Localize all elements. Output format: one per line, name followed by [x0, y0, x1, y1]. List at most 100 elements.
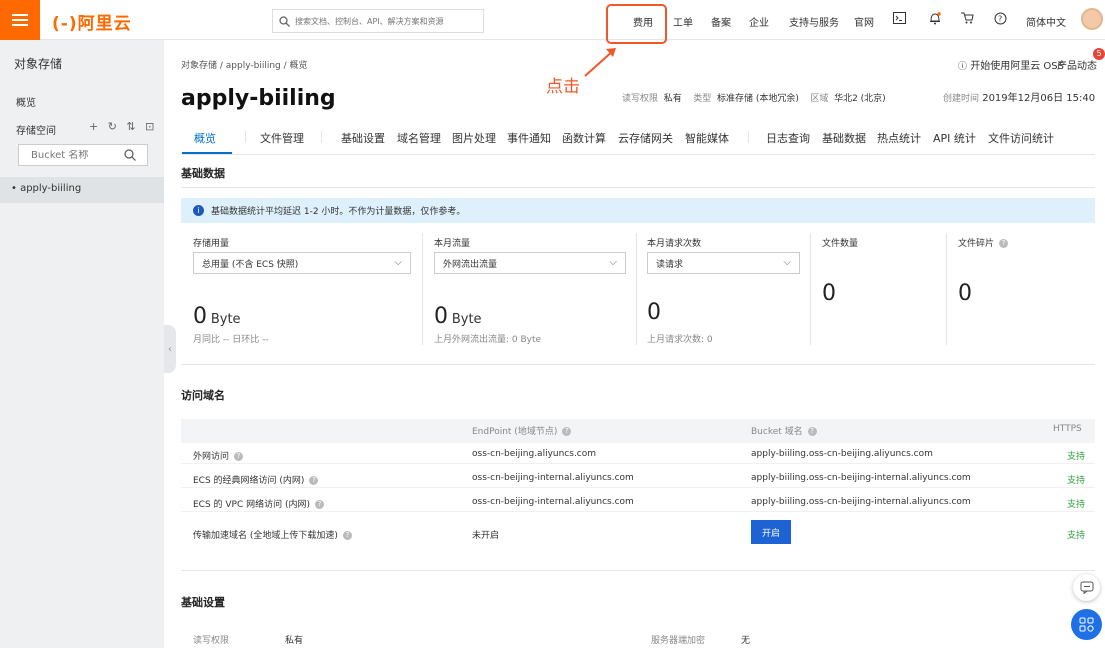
metric-sub-requests: 上月请求次数: 0: [647, 335, 713, 345]
chat-icon[interactable]: [1073, 574, 1100, 601]
col-https: HTTPS: [1053, 424, 1082, 434]
nav-tickets[interactable]: 工单: [673, 14, 693, 29]
metric-value-traffic: 0 Byte: [434, 304, 482, 329]
bucket-operations[interactable]: + ↻ ⇅ ⊡: [89, 120, 157, 133]
encryption-value: 无: [741, 636, 751, 646]
metric-label-requests: 本月请求次数: [647, 239, 702, 249]
collapse-sidebar-button[interactable]: ‹: [164, 325, 176, 373]
encryption-label: 服务器端加密: [651, 636, 706, 646]
annotation-arrow: [584, 48, 616, 77]
sidebar-item-overview[interactable]: 概览: [16, 94, 36, 109]
tab-basic-data[interactable]: 基础数据: [822, 130, 866, 146]
start-oss-link[interactable]: ⓘ 开始使用阿里云 OSS: [958, 57, 1064, 72]
metric-sub-storage: 月同比 -- 日环比 --: [193, 335, 269, 345]
table-row-name: 传输加速域名 (全地域上传下载加速)?: [193, 528, 352, 541]
tab-basic-settings[interactable]: 基础设置: [341, 130, 385, 146]
metric-value-storage: 0 Byte: [193, 304, 241, 329]
info-notice: i 基础数据统计平均延迟 1-2 小时。不作为计量数据，仅作参考。: [181, 198, 1095, 223]
table-row-endpoint: oss-cn-beijing.aliyuncs.com: [472, 449, 597, 459]
annotation-text: 点击: [546, 77, 580, 97]
storage-space-label: 存储空间: [16, 126, 56, 137]
nav-support[interactable]: 支持与服务: [789, 14, 839, 29]
news-badge: 5: [1093, 48, 1105, 60]
chevron-down-icon: ⌵: [609, 257, 617, 268]
sidebar-item-bucket[interactable]: • apply-biiling: [0, 177, 164, 203]
cart-icon[interactable]: [961, 12, 974, 27]
product-news-link[interactable]: 产品动态: [1057, 57, 1097, 72]
apps-icon[interactable]: [1071, 609, 1102, 640]
tab-files[interactable]: 文件管理: [260, 130, 304, 146]
table-row-https: 支持: [1067, 452, 1086, 462]
table-row-endpoint: oss-cn-beijing-internal.aliyuncs.com: [472, 497, 634, 507]
metric-value-requests: 0: [647, 300, 661, 325]
avatar[interactable]: [1081, 8, 1103, 30]
table-row-https: 支持: [1067, 500, 1086, 510]
metric-label-storage: 存储用量: [193, 239, 230, 249]
nav-website[interactable]: 官网: [854, 14, 874, 29]
question-icon: ?: [342, 531, 352, 540]
info-icon: i: [193, 205, 204, 216]
bucket-search-input[interactable]: [19, 149, 124, 161]
tab-file-access[interactable]: 文件访问统计: [988, 130, 1054, 146]
tab-gateway[interactable]: 云存储网关: [618, 130, 673, 146]
question-icon[interactable]: ?: [999, 239, 1009, 248]
domains-title: 访问域名: [181, 389, 225, 402]
question-icon: ?: [309, 476, 319, 485]
tab-overview[interactable]: 概览: [194, 130, 216, 146]
search-icon[interactable]: [124, 149, 136, 161]
tab-media[interactable]: 智能媒体: [685, 130, 729, 146]
storage-select[interactable]: 总用量 (不含 ECS 快照) ⌵: [193, 252, 411, 274]
chevron-down-icon: ⌵: [783, 257, 791, 268]
table-row-name: ECS 的经典网络访问 (内网)?: [193, 473, 319, 486]
table-row-name: ECS 的 VPC 网络访问 (内网)?: [193, 497, 325, 510]
traffic-select[interactable]: 外网流出流量 ⌵: [434, 252, 626, 274]
created-time: 创建时间 2019年12月06日 15:40: [943, 93, 1096, 104]
metric-value-files: 0: [822, 281, 836, 306]
help-icon[interactable]: ?: [994, 12, 1007, 28]
global-search[interactable]: [272, 9, 484, 33]
tab-events[interactable]: 事件通知: [507, 130, 551, 146]
sidebar: 对象存储 概览 存储空间 + ↻ ⇅ ⊡ • apply-biiling: [0, 40, 164, 648]
breadcrumb: 对象存储 / apply-biiling / 概览: [181, 61, 308, 71]
language-select[interactable]: 简体中文: [1026, 14, 1066, 29]
question-icon: ?: [315, 500, 325, 509]
chevron-down-icon: ⌵: [394, 257, 402, 268]
question-icon: ?: [234, 452, 244, 461]
tab-api-stats[interactable]: API 统计: [933, 130, 976, 146]
tab-domains[interactable]: 域名管理: [397, 130, 441, 146]
table-row-domain: apply-biiling.oss-cn-beijing-internal.al…: [751, 473, 971, 483]
search-icon: [279, 15, 290, 27]
metric-label-files: 文件数量: [822, 239, 859, 249]
bell-icon[interactable]: [929, 11, 941, 28]
table-row-name: 外网访问?: [193, 449, 244, 462]
svg-text:?: ?: [998, 15, 1002, 24]
tab-hotspot[interactable]: 热点统计: [877, 130, 921, 146]
enable-acceleration-button[interactable]: 开启: [751, 520, 791, 544]
nav-icp[interactable]: 备案: [711, 14, 731, 29]
question-icon: ?: [562, 427, 572, 436]
metric-label-fragments: 文件碎片?: [958, 236, 1009, 249]
menu-button[interactable]: [0, 0, 40, 40]
rw-value: 私有: [285, 636, 304, 646]
question-icon: ?: [807, 427, 817, 436]
terminal-icon[interactable]: [893, 12, 906, 27]
tab-functions[interactable]: 函数计算: [562, 130, 606, 146]
tab-image[interactable]: 图片处理: [452, 130, 496, 146]
table-row-domain: apply-biiling.oss-cn-beijing.aliyuncs.co…: [751, 449, 933, 459]
bucket-meta: 读写权限 私有 类型 标准存储 (本地冗余) 区域 华北2 (北京): [622, 94, 886, 104]
requests-select[interactable]: 读请求 ⌵: [647, 252, 800, 274]
tab-logs[interactable]: 日志查询: [766, 130, 810, 146]
table-row-endpoint: oss-cn-beijing-internal.aliyuncs.com: [472, 473, 634, 483]
col-endpoint: EndPoint (地域节点)?: [472, 424, 572, 437]
table-row-endpoint: 未开启: [472, 531, 500, 541]
metric-value-fragments: 0: [958, 281, 972, 306]
nav-enterprise[interactable]: 企业: [749, 14, 769, 29]
domains-table-header: [181, 419, 1095, 443]
help-circle-icon: ⓘ: [958, 62, 968, 72]
page-title: apply-biiling: [181, 86, 336, 111]
search-input[interactable]: [295, 16, 480, 26]
basic-data-title: 基础数据: [181, 167, 225, 180]
logo[interactable]: (-)阿里云: [52, 9, 132, 34]
highlight-box: [606, 4, 667, 44]
bucket-search[interactable]: [18, 144, 148, 166]
